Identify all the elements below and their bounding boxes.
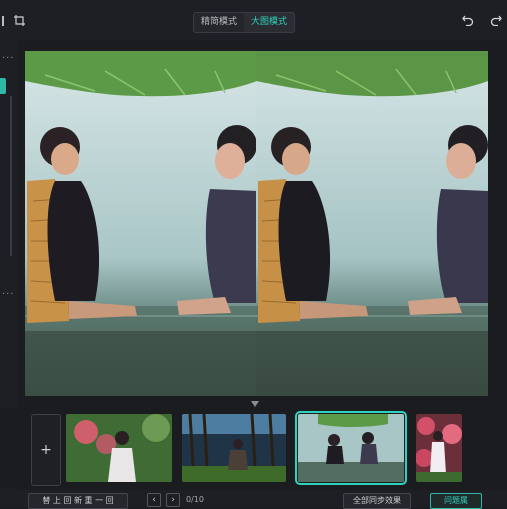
undo-icon[interactable]: [461, 13, 475, 27]
photo-canvas[interactable]: [25, 51, 488, 396]
page-indicator: 0/10: [186, 495, 204, 504]
photo-original: [25, 51, 257, 396]
panel-scrollbar[interactable]: [10, 96, 12, 256]
redo-icon[interactable]: [489, 13, 503, 27]
menu-icon[interactable]: [0, 14, 8, 28]
more-dots-icon[interactable]: ···: [2, 54, 15, 64]
tab-fine-mode[interactable]: 精简模式: [194, 13, 244, 32]
panel-handle[interactable]: [0, 78, 6, 94]
thumbnail-3-selected[interactable]: [295, 411, 407, 485]
thumbnail-2[interactable]: [182, 414, 286, 482]
more-dots-icon-lower[interactable]: ···: [2, 290, 15, 300]
tab-large-mode[interactable]: 大图模式: [244, 13, 295, 32]
thumbnail-1[interactable]: [66, 414, 172, 482]
thumbnail-4[interactable]: [416, 414, 462, 482]
crop-icon[interactable]: [12, 13, 28, 29]
photo-edited: [256, 51, 488, 396]
view-mode-toggle: 精简模式 大图模式: [193, 12, 296, 33]
collapse-caret-icon[interactable]: [251, 401, 259, 407]
add-photo-button[interactable]: +: [31, 414, 61, 486]
next-page-button[interactable]: ›: [166, 493, 180, 507]
prev-page-button[interactable]: ‹: [147, 493, 161, 507]
